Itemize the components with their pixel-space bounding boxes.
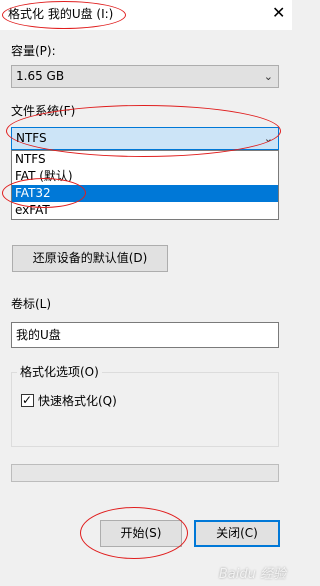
capacity-label: 容量(P): bbox=[11, 44, 56, 58]
quick-format-label[interactable]: 快速格式化(Q) bbox=[38, 393, 117, 409]
watermark: Baidu 经验 bbox=[218, 567, 286, 582]
format-progress-bar bbox=[11, 464, 279, 482]
file-system-value: NTFS bbox=[16, 131, 47, 145]
volume-label-value: 我的U盘 bbox=[16, 328, 61, 342]
close-button[interactable]: 关闭(C) bbox=[194, 520, 280, 547]
close-icon: ✕ bbox=[272, 3, 286, 22]
restore-defaults-button[interactable]: 还原设备的默认值(D) bbox=[12, 245, 168, 272]
chevron-down-icon: ⌄ bbox=[263, 132, 273, 145]
title-bar: 格式化 我的U盘 (I:) ✕ bbox=[0, 0, 292, 30]
format-options-title: 格式化选项(O) bbox=[17, 364, 102, 380]
file-system-option-ntfs[interactable]: NTFS bbox=[12, 151, 278, 168]
window-title: 格式化 我的U盘 (I:) bbox=[8, 7, 114, 21]
format-options-group bbox=[11, 372, 279, 447]
chevron-down-icon: ⌄ bbox=[263, 70, 273, 83]
file-system-select[interactable]: NTFS ⌄ bbox=[11, 127, 279, 150]
file-system-label: 文件系统(F) bbox=[11, 104, 76, 118]
file-system-option-exfat[interactable]: exFAT bbox=[12, 202, 278, 219]
file-system-option-fat32[interactable]: FAT32 bbox=[12, 185, 278, 202]
capacity-value: 1.65 GB bbox=[16, 69, 65, 83]
checkmark-icon: ✓ bbox=[22, 393, 33, 407]
file-system-option-fat[interactable]: FAT (默认) bbox=[12, 168, 278, 185]
volume-label-input[interactable]: 我的U盘 bbox=[11, 322, 279, 348]
file-system-dropdown: NTFS FAT (默认) FAT32 exFAT bbox=[11, 150, 279, 220]
capacity-select[interactable]: 1.65 GB ⌄ bbox=[11, 65, 279, 88]
quick-format-checkbox[interactable]: ✓ bbox=[21, 393, 34, 407]
start-button[interactable]: 开始(S) bbox=[100, 520, 182, 547]
volume-label-label: 卷标(L) bbox=[11, 297, 52, 311]
close-window-button[interactable]: ✕ bbox=[262, 0, 292, 30]
